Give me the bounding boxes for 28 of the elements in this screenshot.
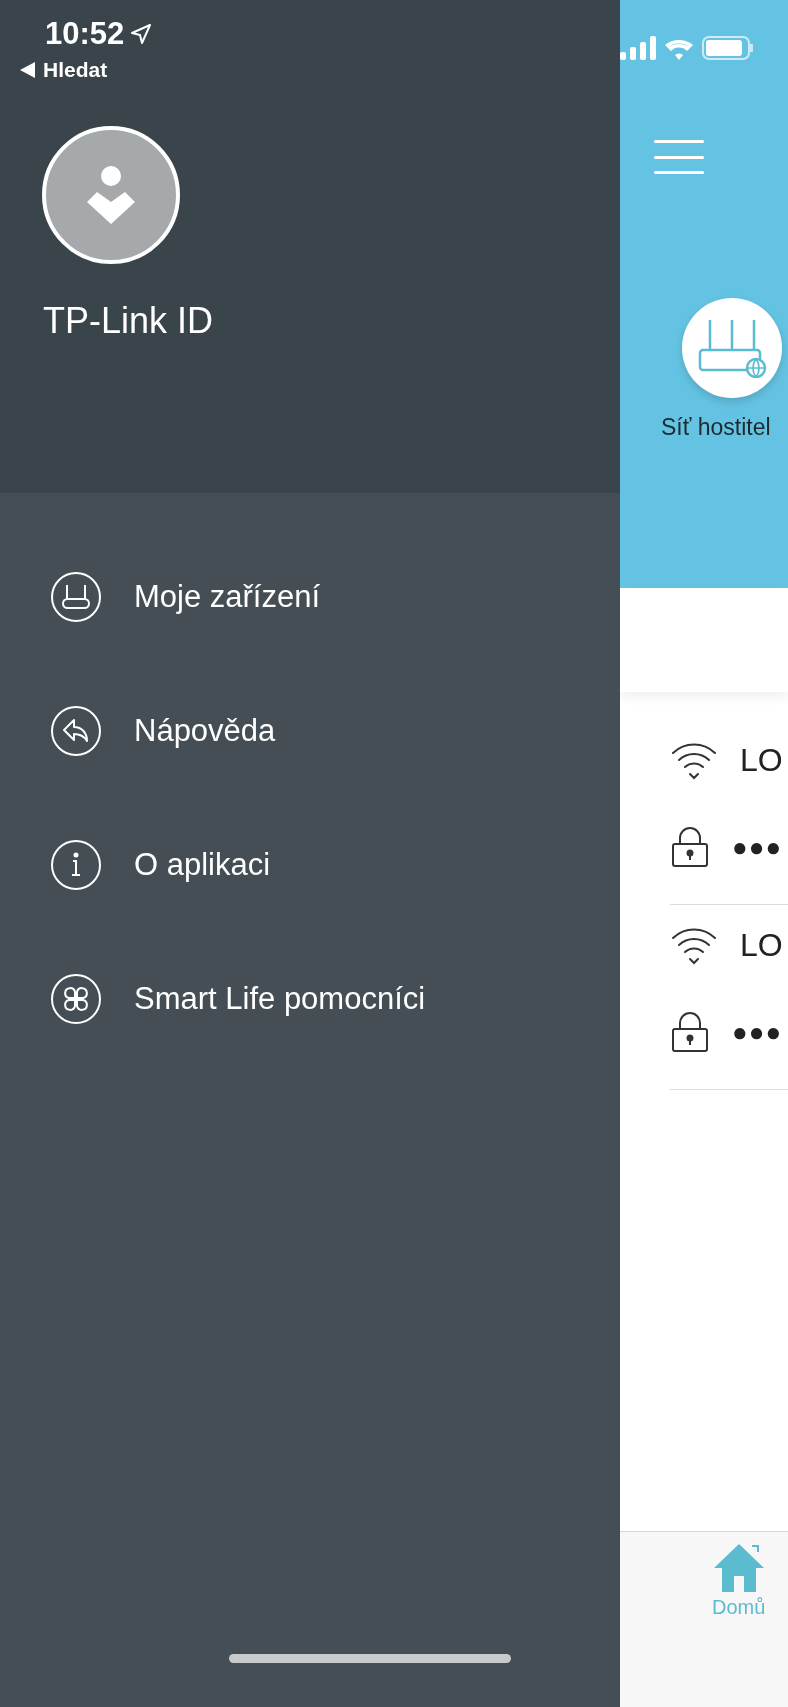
home-icon <box>713 1544 764 1592</box>
info-icon <box>50 839 102 891</box>
signal-icon <box>620 36 656 60</box>
network-name: LO <box>740 926 783 964</box>
menu-item[interactable]: O aplikaci <box>0 837 620 893</box>
battery-icon <box>702 36 754 60</box>
clover-icon <box>50 973 102 1025</box>
wifi-icon <box>670 925 718 965</box>
wifi-icon <box>670 740 718 780</box>
location-arrow-icon <box>130 23 153 45</box>
person-icon <box>87 166 135 224</box>
menu-item[interactable]: Moje zařízení <box>0 569 620 625</box>
menu-icon[interactable] <box>654 140 704 174</box>
password-text: ●●● <box>732 831 783 863</box>
back-link[interactable]: Hledat <box>20 58 108 82</box>
menu-item[interactable]: Smart Life pomocníci <box>0 971 620 1027</box>
password-text: ●●● <box>732 1016 783 1048</box>
router-globe-icon <box>696 318 768 378</box>
lock-icon <box>670 826 710 868</box>
router-icon <box>50 571 102 623</box>
status-time: 10:52 <box>45 16 153 52</box>
network-router-button[interactable] <box>682 298 782 398</box>
network-name: LO <box>740 741 783 779</box>
back-triangle-icon <box>20 62 35 78</box>
network-label: Síť hostitel <box>661 414 772 441</box>
account-label[interactable]: TP-Link ID <box>43 300 214 342</box>
menu-item[interactable]: Nápověda <box>0 703 620 759</box>
lock-icon <box>670 1011 710 1053</box>
